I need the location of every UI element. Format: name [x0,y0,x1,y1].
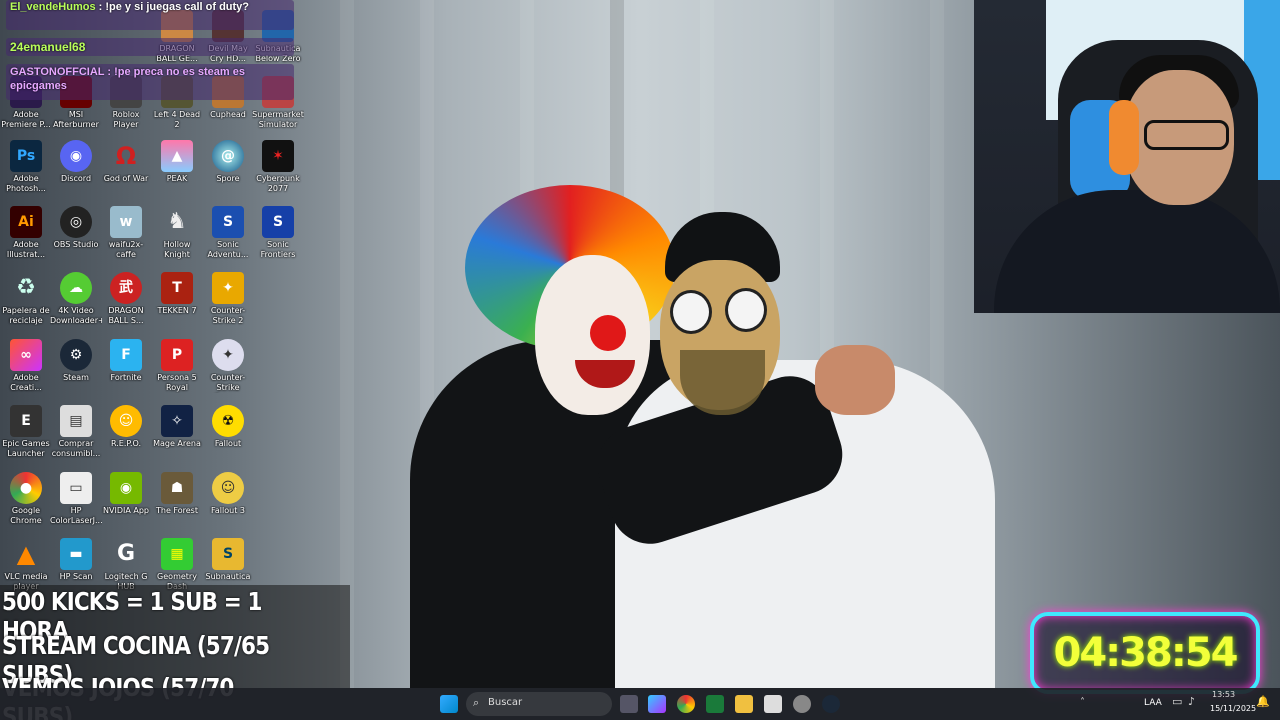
subathon-timer: 04:38:54 [1030,612,1260,694]
chrome-taskbar-icon[interactable] [677,695,695,713]
spore-icon[interactable]: @ Spore [202,140,254,184]
logitech-g-hub-icon[interactable]: GLogitech G HUB [100,538,152,592]
adobe-creative-cloud-icon[interactable]: ∞ Adobe Creati... [0,339,52,393]
counter-strike-source-icon[interactable]: ✦Counter-Strike Source [202,339,254,393]
counter-strike-2-icon[interactable]: ✦ Counter-Strike 2 [202,272,254,326]
search-icon: ⌕ [473,696,480,709]
taskbar: ⌕ Buscar ˄ LAA ▭ ♪ 13:53 15/11/2025 🔔 [0,688,1280,720]
obs-icon[interactable]: ◎ OBS Studio [50,206,102,250]
fallout-3-icon[interactable]: ☺ Fallout 3 [202,472,254,516]
volume-icon[interactable]: ♪ [1188,695,1195,708]
steam-taskbar-icon[interactable] [822,695,840,713]
mage-arena-icon[interactable]: ✧ Mage Arena [151,405,203,449]
waifu2x-icon[interactable]: w waifu2x-caffe [100,206,152,260]
illustrator-icon[interactable]: Ai Adobe Illustrat... [0,206,52,260]
xbox-icon[interactable] [706,695,724,713]
webcam-feed [974,0,1280,313]
task-view-icon[interactable] [620,695,638,713]
nvidia-app-icon[interactable]: ◉ NVIDIA App [100,472,152,516]
clock-time[interactable]: 13:53 [1212,690,1235,699]
chevron-up-icon[interactable]: ˄ [1080,697,1085,708]
file-explorer-icon[interactable] [735,695,753,713]
notification-icon[interactable]: 🔔 [1256,695,1270,708]
4k-video-downloader-icon[interactable]: ☁ 4K Video Downloader+ [50,272,102,326]
fallout-icon[interactable]: ☢ Fallout [202,405,254,449]
photoshop-icon[interactable]: Ps Adobe Photosh... [0,140,52,194]
start-icon[interactable] [440,695,458,713]
copilot-icon[interactable] [648,695,666,713]
fortnite-icon[interactable]: F Fortnite [100,339,152,383]
sonic-adventure-icon[interactable]: S Sonic Adventu... [202,206,254,260]
epic-games-icon[interactable]: E Epic Games Launcher [0,405,52,459]
discord-icon[interactable]: ◉ Discord [50,140,102,184]
recycle-bin-icon[interactable]: ♻ Papelera de reciclaje [0,272,52,326]
persona-5-icon[interactable]: P Persona 5 Royal [151,339,203,393]
cyberpunk-icon[interactable]: ✶ Cyberpunk 2077 [252,140,304,194]
dragon-ball-icon[interactable]: 武 DRAGON BALL S... [100,272,152,326]
chat-message: GASTONOFFCIAL : !pe preca no es steam es… [6,64,294,100]
vlc-icon[interactable]: ▲VLC media player [0,538,52,592]
steam-icon[interactable]: ⚙ Steam [50,339,102,383]
search-label: Buscar [488,697,523,708]
god-of-war-icon[interactable]: Ω God of War [100,140,152,184]
geometry-dash-icon[interactable]: ▦Geometry Dash [151,538,203,592]
timer-value: 04:38:54 [1053,630,1239,676]
network-icon[interactable]: ▭ [1172,695,1182,708]
peak-icon[interactable]: ▲ PEAK [151,140,203,184]
chat-message: 24emanuel68 [6,38,294,56]
hollow-knight-icon[interactable]: ♞ Hollow Knight [151,206,203,260]
repo-icon[interactable]: ☺ R.E.P.O. [100,405,152,449]
sonic-frontiers-icon[interactable]: S Sonic Frontiers [252,206,304,260]
subnautica-icon[interactable]: S Subnautica [202,538,254,582]
tekken-icon[interactable]: T TEKKEN 7 [151,272,203,316]
chat-message: El_vendeHumos : !pe y si juegas call of … [6,0,294,30]
store-icon[interactable] [764,695,782,713]
the-forest-icon[interactable]: ☗ The Forest [151,472,203,516]
language-indicator[interactable]: LAA [1144,698,1162,708]
obs-taskbar-icon[interactable] [793,695,811,713]
goals-overlay: 500 KICKS = 1 SUB = 1 HORA STREAM COCINA… [0,585,350,720]
hp-scan-icon[interactable]: ▬ HP Scan [50,538,102,582]
clock-date[interactable]: 15/11/2025 [1210,704,1256,713]
search-box[interactable]: ⌕ Buscar [466,692,612,716]
chrome-icon[interactable]: ● Google Chrome [0,472,52,526]
hp-colorlaserjet-icon[interactable]: ▭ HP ColorLaserJ... [50,472,102,526]
hp-consumables-icon[interactable]: ▤ Comprar consumibl... [50,405,102,459]
